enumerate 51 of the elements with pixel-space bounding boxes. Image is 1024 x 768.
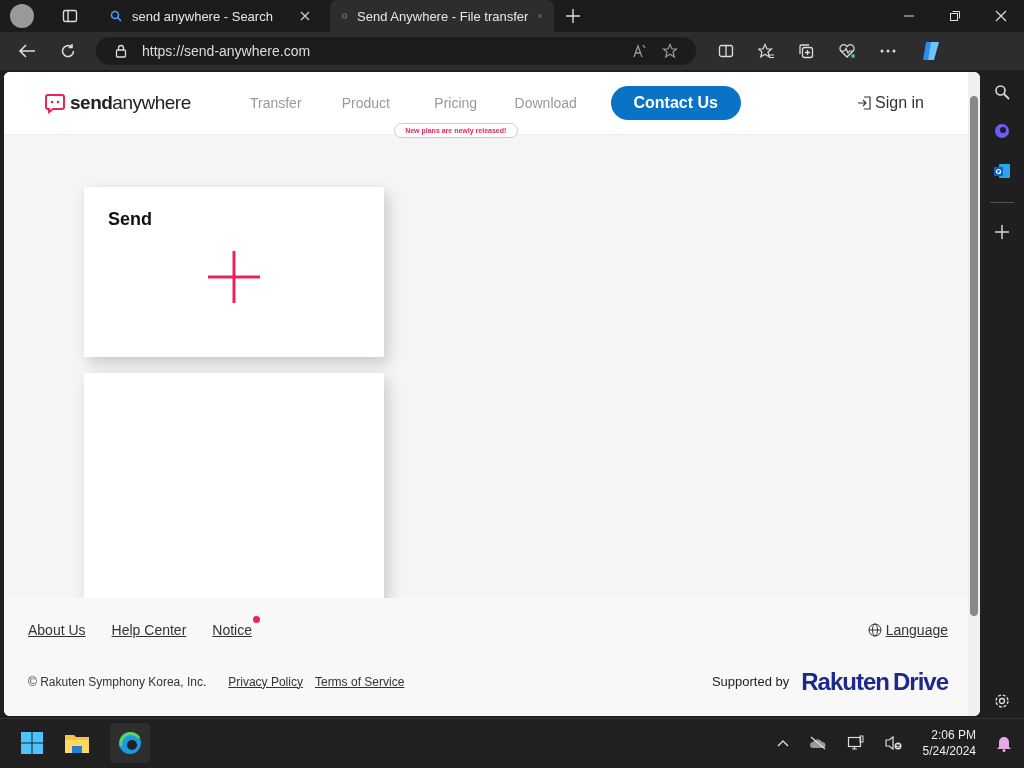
card-title: Send bbox=[108, 208, 152, 230]
volume-muted-icon[interactable] bbox=[884, 735, 903, 752]
read-aloud-icon[interactable] bbox=[632, 42, 648, 59]
favorites-icon[interactable] bbox=[758, 42, 774, 59]
cloud-off-icon[interactable] bbox=[808, 736, 827, 751]
profile-avatar[interactable] bbox=[10, 4, 34, 28]
language-link[interactable]: Language bbox=[867, 621, 948, 638]
browser-taskbar-button[interactable] bbox=[110, 723, 150, 764]
footer-link[interactable]: Help Center bbox=[111, 621, 187, 638]
collections-icon[interactable] bbox=[798, 42, 814, 59]
brand-logo[interactable]: Rakuten Drive bbox=[801, 667, 948, 696]
supported-by-text: Supported by bbox=[711, 674, 790, 690]
chat-bubble-icon bbox=[44, 91, 66, 114]
legal-link[interactable]: Terms of Service bbox=[314, 674, 405, 689]
restore-icon[interactable] bbox=[949, 10, 961, 22]
address-field[interactable]: https://send-anywhere.com bbox=[96, 36, 696, 65]
back-icon[interactable] bbox=[18, 42, 36, 59]
refresh-icon[interactable] bbox=[60, 42, 76, 59]
close-icon[interactable] bbox=[995, 10, 1007, 22]
close-icon[interactable] bbox=[300, 11, 310, 21]
globe-icon bbox=[867, 622, 882, 637]
new-tab-icon[interactable] bbox=[566, 9, 580, 23]
tab-actions-icon[interactable] bbox=[62, 8, 78, 24]
network-icon[interactable] bbox=[846, 735, 865, 752]
sign-in-link[interactable]: Sign in bbox=[857, 93, 924, 112]
browser-icon bbox=[117, 730, 143, 757]
outlook-icon[interactable] bbox=[993, 161, 1011, 180]
clock-time[interactable]: 2:06 PM bbox=[931, 728, 976, 743]
split-screen-icon[interactable] bbox=[718, 42, 734, 59]
chevron-up-icon[interactable] bbox=[776, 739, 789, 748]
legal-link[interactable]: Privacy Policy bbox=[228, 674, 303, 689]
logo[interactable]: sendanywhere bbox=[44, 91, 191, 114]
browser-tab[interactable]: Send Anywhere - File transfer bbox=[330, 0, 554, 32]
lock-icon bbox=[114, 43, 128, 58]
copyright-text: © Rakuten Symphony Korea, Inc. bbox=[28, 674, 207, 689]
folder-icon[interactable] bbox=[64, 732, 90, 755]
sign-in-icon bbox=[857, 95, 872, 110]
start-icon[interactable] bbox=[20, 731, 44, 756]
scrollbar[interactable] bbox=[968, 71, 980, 716]
clock-date[interactable]: 5/24/2024 bbox=[922, 744, 976, 759]
search-icon bbox=[110, 10, 122, 22]
bell-icon[interactable] bbox=[996, 734, 1012, 753]
add-icon[interactable] bbox=[207, 249, 261, 304]
heart-pulse-icon[interactable] bbox=[838, 42, 856, 59]
footer-link[interactable]: Notice bbox=[212, 621, 252, 638]
star-icon[interactable] bbox=[662, 42, 678, 59]
footer-link[interactable]: About Us bbox=[28, 621, 86, 638]
more-icon[interactable] bbox=[880, 48, 896, 53]
browser-tab[interactable]: send anywhere - Search bbox=[98, 0, 322, 32]
search-icon[interactable] bbox=[994, 83, 1010, 100]
contact-button[interactable]: Contact Us bbox=[610, 85, 741, 120]
